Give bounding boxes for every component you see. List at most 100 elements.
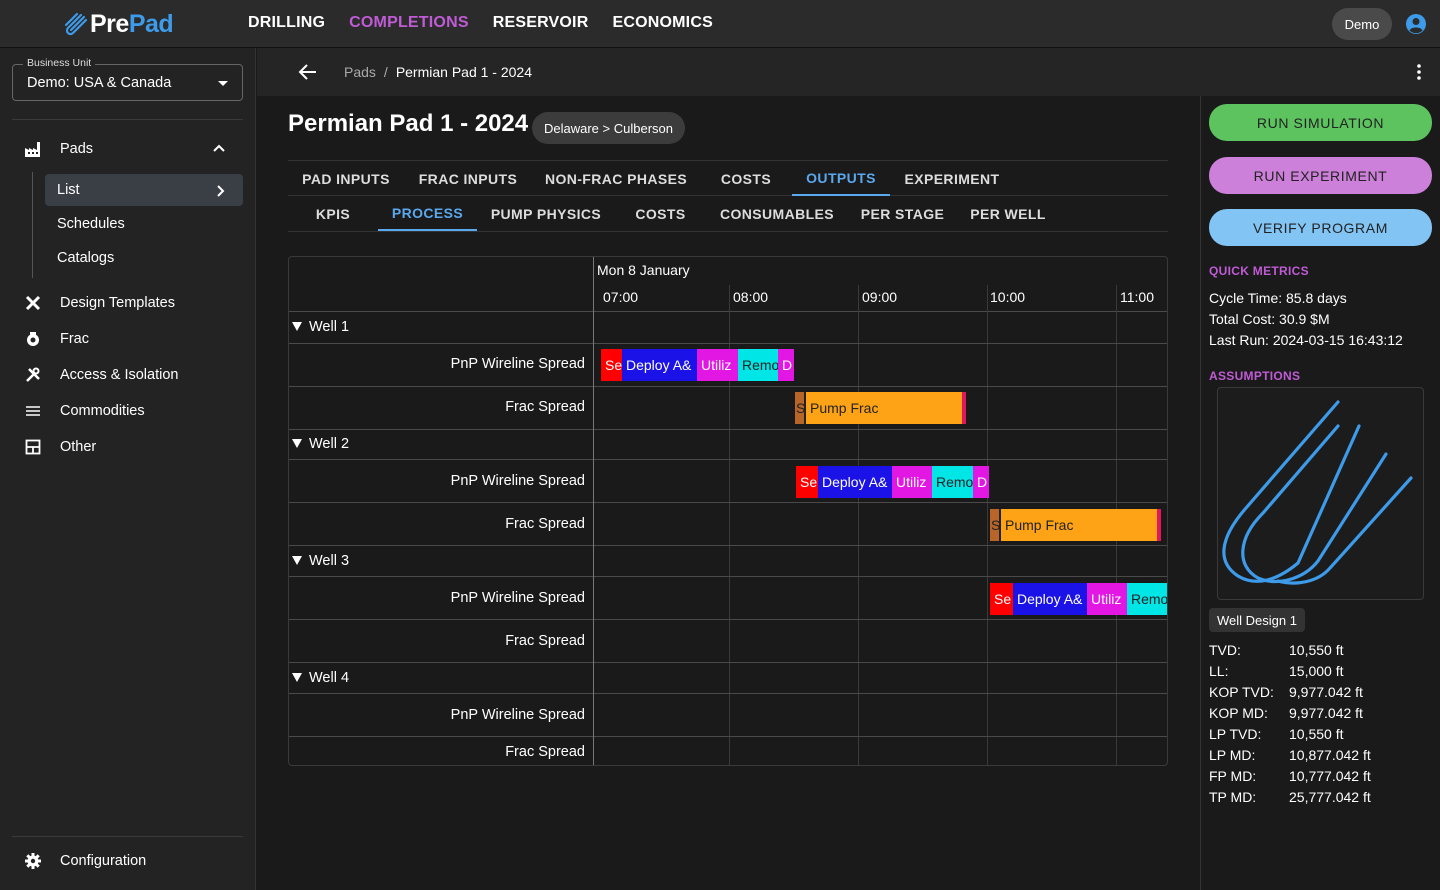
tab-pad-inputs[interactable]: PAD INPUTS bbox=[288, 161, 404, 196]
bar-label: D bbox=[977, 474, 988, 490]
subitem-label: Schedules bbox=[57, 216, 125, 232]
gantt-hour: 07:00 bbox=[603, 289, 639, 305]
nav-reservoir[interactable]: RESERVOIR bbox=[493, 14, 589, 32]
sidebar-item-label: Other bbox=[60, 439, 97, 455]
output-subtabs: KPIS PROCESS PUMP PHYSICS COSTS CONSUMAB… bbox=[288, 196, 1168, 232]
tab-outputs[interactable]: OUTPUTS bbox=[792, 161, 890, 196]
sidebar-item-commodities[interactable]: Commodities bbox=[0, 393, 256, 429]
demo-chip[interactable]: Demo bbox=[1332, 8, 1392, 40]
main-nav: DRILLING COMPLETIONS RESERVOIR ECONOMICS bbox=[248, 14, 713, 32]
bar-label: Utiliz bbox=[701, 357, 732, 373]
tab-experiment[interactable]: EXPERIMENT bbox=[890, 161, 1014, 196]
subtab-per-well[interactable]: PER WELL bbox=[957, 196, 1059, 231]
tab-frac-inputs[interactable]: FRAC INPUTS bbox=[404, 161, 532, 196]
tab-costs[interactable]: COSTS bbox=[700, 161, 792, 196]
kebab-menu-icon[interactable] bbox=[1417, 64, 1421, 80]
sidebar-subitem-list[interactable]: List bbox=[45, 174, 243, 206]
well-design-preview[interactable] bbox=[1217, 387, 1424, 600]
well-trajectory-graphic bbox=[1222, 400, 1413, 585]
main-tabs: PAD INPUTS FRAC INPUTS NON-FRAC PHASES C… bbox=[288, 160, 1168, 196]
sidebar: Business Unit Demo: USA & Canada Pads Li… bbox=[0, 48, 256, 890]
subtab-per-stage[interactable]: PER STAGE bbox=[848, 196, 957, 231]
gantt-bar[interactable]: S bbox=[795, 392, 804, 424]
sidebar-item-frac[interactable]: Frac bbox=[0, 321, 256, 357]
gantt-bar[interactable]: Remo bbox=[932, 466, 973, 498]
kv-key: KOP MD: bbox=[1209, 705, 1268, 721]
verify-program-button[interactable]: VERIFY PROGRAM bbox=[1209, 209, 1432, 246]
subitem-label: List bbox=[57, 182, 80, 198]
frac-icon bbox=[24, 330, 42, 348]
gantt-bar[interactable]: Remo bbox=[1127, 583, 1167, 615]
sidebar-item-other[interactable]: Other bbox=[0, 429, 256, 465]
gantt-bar[interactable]: Pump Frac bbox=[999, 509, 1157, 541]
sidebar-item-access-isolation[interactable]: Access & Isolation bbox=[0, 357, 256, 393]
gear-icon bbox=[24, 852, 42, 870]
gantt-bar[interactable]: Deploy A& bbox=[818, 466, 892, 498]
prepad-logo[interactable]: PrePad bbox=[62, 8, 174, 40]
sidebar-item-pads[interactable]: Pads bbox=[0, 131, 256, 167]
sidebar-subitem-catalogs[interactable]: Catalogs bbox=[45, 242, 243, 274]
nav-economics[interactable]: ECONOMICS bbox=[612, 14, 712, 32]
bar-label: Se bbox=[994, 591, 1012, 607]
well-design-chip[interactable]: Well Design 1 bbox=[1209, 608, 1305, 632]
run-experiment-button[interactable]: RUN EXPERIMENT bbox=[1209, 157, 1432, 194]
chevron-up-icon[interactable] bbox=[212, 143, 226, 153]
gantt-bar[interactable] bbox=[962, 392, 966, 424]
back-arrow-icon[interactable] bbox=[298, 62, 318, 82]
gantt-bar[interactable]: Deploy A& bbox=[622, 349, 697, 381]
bar-label: Remo bbox=[1131, 591, 1167, 607]
tab-non-frac-phases[interactable]: NON-FRAC PHASES bbox=[532, 161, 700, 196]
sidebar-subitem-schedules[interactable]: Schedules bbox=[45, 208, 243, 240]
metric-cycle-time: Cycle Time: 85.8 days bbox=[1209, 290, 1347, 306]
subtab-process[interactable]: PROCESS bbox=[378, 196, 477, 231]
gantt-bar[interactable]: Remo bbox=[738, 349, 778, 381]
gantt-well-row[interactable]: Well 3 bbox=[289, 546, 1167, 577]
subtab-pump-physics[interactable]: PUMP PHYSICS bbox=[477, 196, 615, 231]
gantt-bar[interactable]: Utiliz bbox=[697, 349, 738, 381]
gantt-bar[interactable]: Pump Frac bbox=[804, 392, 962, 424]
resource-label: PnP Wireline Spread bbox=[450, 590, 585, 606]
sidebar-item-design-templates[interactable]: Design Templates bbox=[0, 285, 256, 321]
gantt-bar[interactable]: D bbox=[973, 466, 989, 498]
metric-last-run: Last Run: 2024-03-15 16:43:12 bbox=[1209, 332, 1403, 348]
gantt-bar[interactable]: Utiliz bbox=[1087, 583, 1127, 615]
gantt-bar[interactable]: Se bbox=[990, 583, 1013, 615]
nav-completions[interactable]: COMPLETIONS bbox=[349, 14, 469, 32]
logo-icon bbox=[64, 12, 88, 36]
location-chip[interactable]: Delaware > Culberson bbox=[532, 112, 685, 144]
collapse-triangle-icon[interactable] bbox=[292, 673, 302, 682]
gantt-bar[interactable]: Se bbox=[601, 349, 622, 381]
gantt-well-row[interactable]: Well 2 bbox=[289, 430, 1167, 460]
kv-value: 10,777.042 ft bbox=[1289, 768, 1371, 784]
gantt-bar[interactable]: D bbox=[778, 349, 794, 381]
resource-label: Frac Spread bbox=[505, 516, 585, 532]
subtab-kpis[interactable]: KPIS bbox=[288, 196, 378, 231]
subtab-costs[interactable]: COSTS bbox=[615, 196, 706, 231]
gantt-well-row[interactable]: Well 1 bbox=[289, 312, 1167, 344]
sidebar-item-configuration[interactable]: Configuration bbox=[0, 843, 256, 879]
subitem-label: Catalogs bbox=[57, 250, 115, 266]
business-unit-select[interactable]: Business Unit Demo: USA & Canada bbox=[12, 57, 243, 101]
business-unit-label: Business Unit bbox=[23, 57, 96, 69]
kv-value: 10,550 ft bbox=[1289, 642, 1344, 658]
layers-icon bbox=[24, 402, 42, 420]
account-icon[interactable] bbox=[1405, 13, 1427, 35]
breadcrumb-pads[interactable]: Pads bbox=[344, 64, 376, 80]
collapse-triangle-icon[interactable] bbox=[292, 322, 302, 331]
nav-drilling[interactable]: DRILLING bbox=[248, 14, 325, 32]
subtab-consumables[interactable]: CONSUMABLES bbox=[706, 196, 848, 231]
kv-value: 10,877.042 ft bbox=[1289, 747, 1371, 763]
gantt-well-row[interactable]: Well 4 bbox=[289, 663, 1167, 694]
gantt-resource-row: PnP Wireline Spread Se Deploy A& Utiliz … bbox=[289, 460, 1167, 503]
collapse-triangle-icon[interactable] bbox=[292, 556, 302, 565]
gantt-bar[interactable]: Utiliz bbox=[892, 466, 932, 498]
gantt-bar[interactable]: Deploy A& bbox=[1013, 583, 1087, 615]
well-label: Well 2 bbox=[309, 436, 350, 452]
gantt-bar[interactable] bbox=[1157, 509, 1161, 541]
gantt-bar[interactable]: S bbox=[990, 509, 999, 541]
gantt-hour: 11:00 bbox=[1120, 289, 1154, 305]
collapse-triangle-icon[interactable] bbox=[292, 439, 302, 448]
run-simulation-button[interactable]: RUN SIMULATION bbox=[1209, 104, 1432, 141]
caret-down-icon bbox=[218, 81, 228, 86]
gantt-bar[interactable]: Se bbox=[796, 466, 818, 498]
